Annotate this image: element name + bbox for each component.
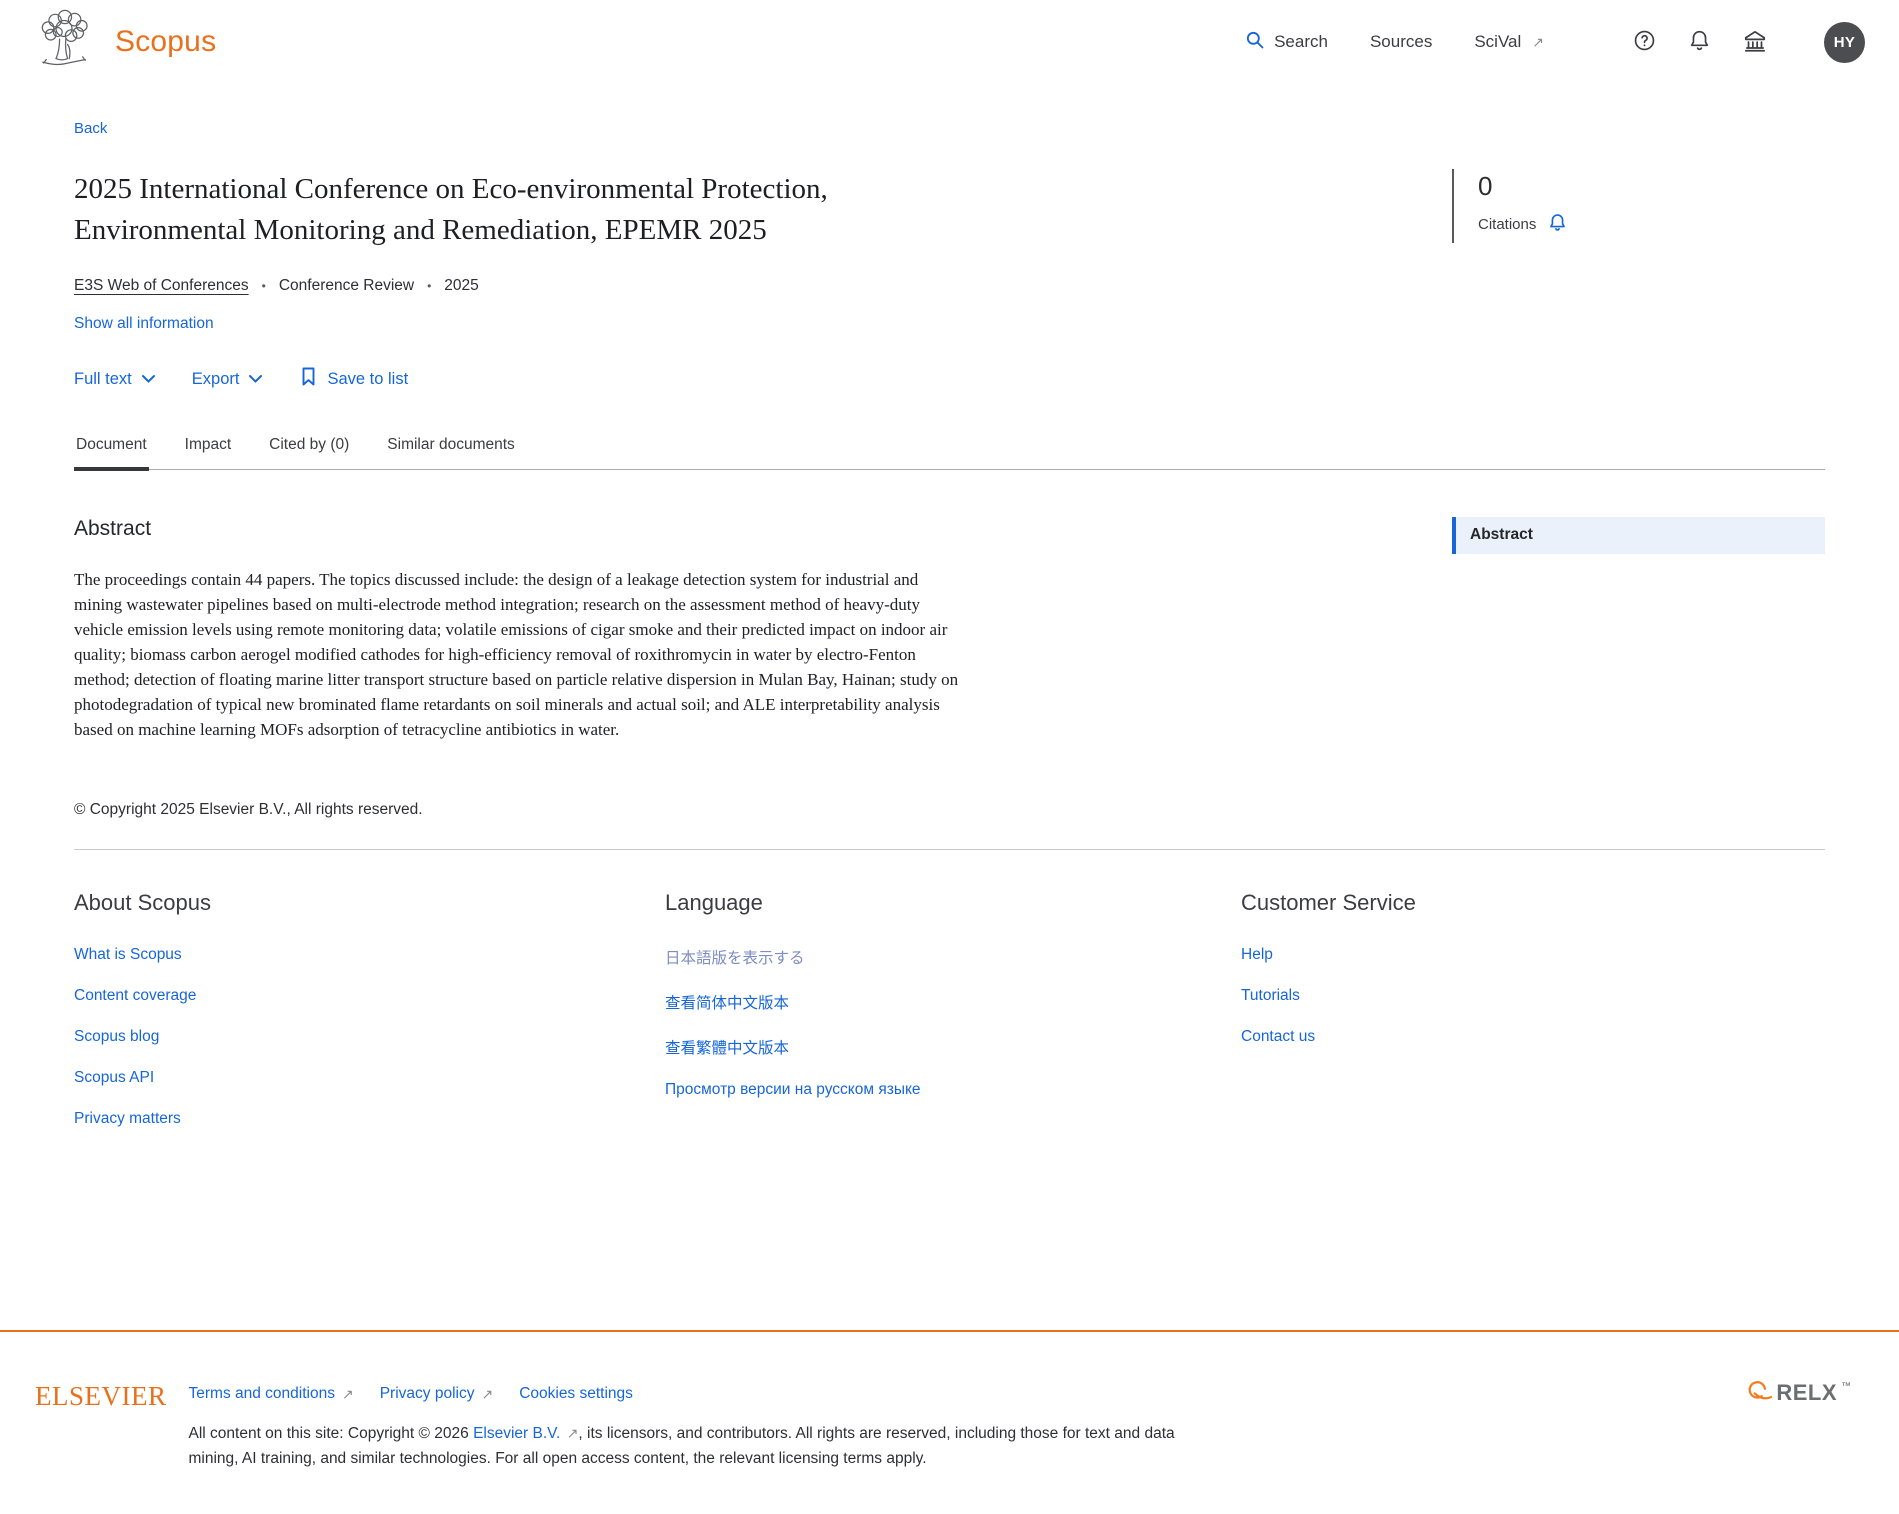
meta-separator: • [261,279,266,294]
footer-link-scopus-blog[interactable]: Scopus blog [74,1028,159,1045]
save-to-list-button[interactable]: Save to list [299,366,408,392]
meta-separator: • [427,279,432,294]
bookmark-icon [299,366,318,392]
relx-wordmark: RELX [1776,1380,1837,1405]
document-actions: Full text Export Save to list [74,366,1452,392]
header-nav: Search Sources SciVal ↗ HY [1245,21,1865,63]
footer-language-heading: Language [665,890,763,916]
footer-about-heading: About Scopus [74,890,211,916]
footer-link-japanese[interactable]: 日本語版を表示する [665,950,805,967]
citation-alert-bell-icon[interactable] [1547,212,1568,237]
elsevier-footer-content: Terms and conditions ↗ Privacy policy ↗ … [189,1378,1194,1472]
elsevier-footer-bar: ELSEVIER Terms and conditions ↗ Privacy … [0,1330,1899,1514]
footer-link-privacy-matters[interactable]: Privacy matters [74,1110,181,1127]
external-link-icon: ↗ [341,1385,354,1402]
abstract-section: Abstract The proceedings contain 44 pape… [74,517,1452,743]
footer-about-column: About Scopus What is Scopus Content cove… [74,890,665,1151]
elsevier-bv-link[interactable]: Elsevier B.V. ↗ [473,1425,578,1442]
section-nav-abstract[interactable]: Abstract [1452,517,1825,555]
footer-link-content-coverage[interactable]: Content coverage [74,987,196,1004]
source-title-link[interactable]: E3S Web of Conferences [74,277,249,295]
chevron-down-icon [248,370,263,389]
relx-trademark: ™ [1841,1381,1851,1392]
nav-sources[interactable]: Sources [1370,32,1432,52]
institution-button[interactable] [1742,28,1768,57]
chevron-down-icon [141,370,156,389]
footer-divider [74,849,1825,851]
header-icon-buttons [1632,28,1768,57]
external-link-icon: ↗ [1532,33,1544,50]
cookies-settings-link[interactable]: Cookies settings [519,1385,633,1403]
elsevier-tree-logo-icon [35,9,93,76]
terms-and-conditions-link[interactable]: Terms and conditions ↗ [189,1385,354,1403]
legal-links: Terms and conditions ↗ Privacy policy ↗ … [189,1385,1194,1403]
publication-year: 2025 [444,277,479,295]
back-link[interactable]: Back [74,120,107,137]
export-dropdown[interactable]: Export [192,370,264,389]
tab-similar-documents[interactable]: Similar documents [385,430,517,471]
copyright-statement: All content on this site: Copyright © 20… [188,1425,1175,1467]
relx-swoosh-icon [1744,1380,1773,1409]
footer-language-column: Language 日本語版を表示する 查看简体中文版本 查看繁體中文版本 Про… [665,890,1241,1151]
document-page: Back 2025 International Conference on Ec… [0,84,1899,1151]
bell-icon [1687,28,1712,56]
document-tabs: Document Impact Cited by (0) Similar doc… [74,430,1825,472]
footer-link-contact-us[interactable]: Contact us [1241,1028,1315,1045]
bank-icon [1742,28,1768,57]
question-circle-icon [1632,28,1657,56]
tab-document[interactable]: Document [74,430,149,472]
tab-impact[interactable]: Impact [183,430,234,471]
show-all-information-link[interactable]: Show all information [74,315,214,333]
section-nav: Abstract [1452,517,1825,743]
tab-cited-by[interactable]: Cited by (0) [267,430,351,471]
external-link-icon: ↗ [481,1385,494,1402]
document-copyright: © Copyright 2025 Elsevier B.V., All righ… [74,801,423,819]
footer-link-traditional-chinese[interactable]: 查看繁體中文版本 [665,1040,789,1057]
footer-customer-service-column: Customer Service Help Tutorials Contact … [1241,890,1825,1151]
notifications-button[interactable] [1687,28,1712,56]
footer-customer-heading: Customer Service [1241,890,1416,916]
footer-link-simplified-chinese[interactable]: 查看简体中文版本 [665,995,789,1012]
abstract-text: The proceedings contain 44 papers. The t… [74,570,959,740]
document-type: Conference Review [278,277,415,295]
full-text-dropdown[interactable]: Full text [74,370,156,389]
elsevier-logo[interactable]: ELSEVIER [35,1381,167,1412]
help-button[interactable] [1632,28,1657,56]
site-footer: About Scopus What is Scopus Content cove… [74,890,1825,1151]
footer-link-help[interactable]: Help [1241,946,1273,963]
abstract-heading: Abstract [74,517,152,541]
citations-count: 0 [1478,171,1493,201]
search-icon [1245,30,1265,55]
privacy-policy-link[interactable]: Privacy policy ↗ [380,1385,493,1403]
document-meta: E3S Web of Conferences • Conference Revi… [74,277,1452,295]
external-link-icon: ↗ [566,1425,579,1441]
scopus-home-link[interactable]: Scopus [35,9,216,76]
footer-link-what-is-scopus[interactable]: What is Scopus [74,946,182,963]
footer-link-tutorials[interactable]: Tutorials [1241,987,1300,1004]
nav-search[interactable]: Search [1245,30,1328,55]
citations-label: Citations [1478,216,1537,233]
citations-metric: 0 Citations [1452,169,1825,243]
top-header: Scopus Search Sources SciVal ↗ HY [0,0,1899,84]
footer-link-scopus-api[interactable]: Scopus API [74,1069,154,1086]
relx-logo: RELX ™ [1744,1380,1851,1409]
nav-scival[interactable]: SciVal ↗ [1474,32,1544,52]
footer-link-russian[interactable]: Просмотр версии на русском языке [665,1081,921,1098]
scopus-wordmark: Scopus [115,25,217,58]
document-title: 2025 International Conference on Eco-env… [74,173,828,247]
user-avatar[interactable]: HY [1824,21,1865,63]
